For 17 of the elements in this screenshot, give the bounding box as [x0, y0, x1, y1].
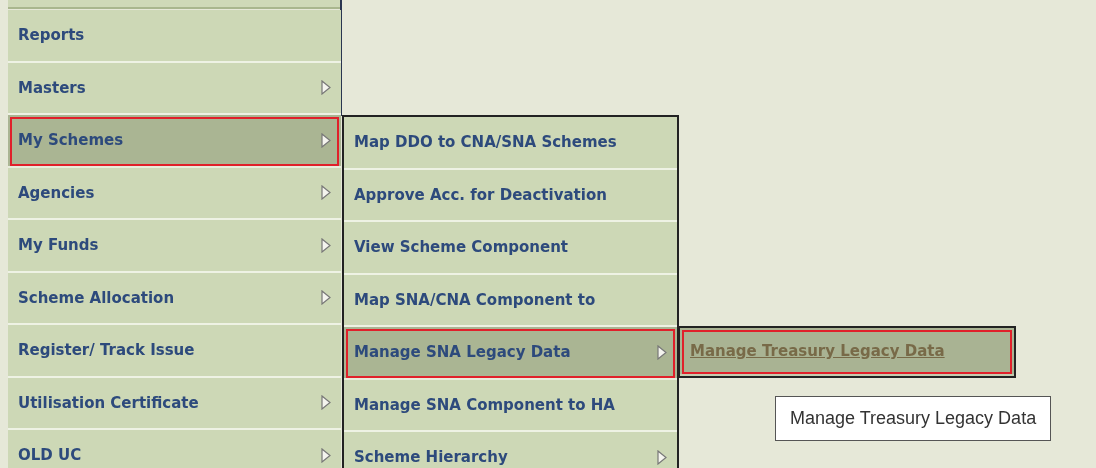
tooltip: Manage Treasury Legacy Data: [775, 396, 1052, 441]
menu-item[interactable]: Utilisation Certificate: [8, 377, 341, 430]
menu-item[interactable]: Masters: [8, 62, 341, 115]
menu-item[interactable]: Map SNA/CNA Component to: [344, 274, 677, 327]
menu-item[interactable]: Manage SNA Legacy Data: [344, 327, 677, 380]
menu-item[interactable]: Map DDO to CNA/SNA Schemes: [344, 117, 677, 170]
menu-item[interactable]: Scheme Hierarchy: [344, 432, 677, 468]
menu-item[interactable]: Agencies: [8, 167, 341, 220]
menu-item[interactable]: Manage SNA Component to HA: [344, 379, 677, 432]
menu-item[interactable]: View Scheme Component: [344, 222, 677, 275]
menu-item[interactable]: OLD UC: [8, 430, 341, 468]
menu-item[interactable]: Register/ Track Issue: [8, 325, 341, 378]
menu-item[interactable]: Reports: [8, 10, 341, 63]
menu-item[interactable]: Approve Acc. for Deactivation: [344, 169, 677, 222]
menu-item[interactable]: My Schemes: [8, 115, 341, 168]
menu-item[interactable]: Scheme Allocation: [8, 272, 341, 325]
menu-item[interactable]: My Funds: [8, 220, 341, 273]
